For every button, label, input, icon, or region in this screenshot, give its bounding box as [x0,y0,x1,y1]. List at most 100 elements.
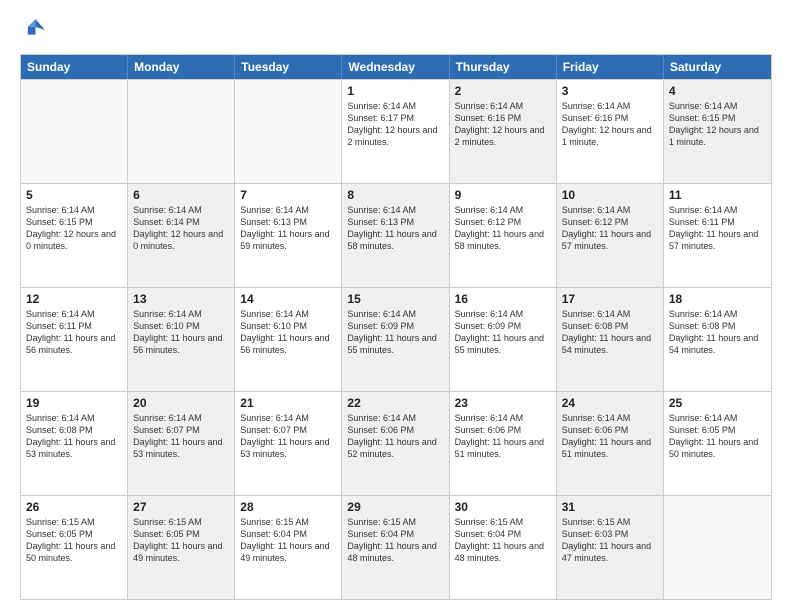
day-number: 22 [347,396,443,410]
calendar-cell: 7 Sunrise: 6:14 AM Sunset: 6:13 PM Daylig… [235,184,342,287]
calendar-cell [235,80,342,183]
calendar-cell: 19 Sunrise: 6:14 AM Sunset: 6:08 PM Dayli… [21,392,128,495]
calendar-cell: 28Sunrise: 6:15 AM Sunset: 6:04 PM Dayli… [235,496,342,599]
calendar-cell: 3 Sunrise: 6:14 AM Sunset: 6:16 PM Daylig… [557,80,664,183]
calendar-header-cell: Saturday [664,55,771,79]
day-number: 9 [455,188,551,202]
header [20,16,772,44]
calendar-header-cell: Friday [557,55,664,79]
calendar-cell: 27 Sunrise: 6:15 AM Sunset: 6:05 PM Dayli… [128,496,235,599]
day-number: 7 [240,188,336,202]
cell-info: Sunrise: 6:14 AM Sunset: 6:16 PM Dayligh… [562,100,658,149]
calendar-cell: 12 Sunrise: 6:14 AM Sunset: 6:11 PM Dayli… [21,288,128,391]
calendar-cell: 23Sunrise: 6:14 AM Sunset: 6:06 PM Dayli… [450,392,557,495]
calendar-cell: 20Sunrise: 6:14 AM Sunset: 6:07 PM Dayli… [128,392,235,495]
day-number: 8 [347,188,443,202]
cell-info: Sunrise: 6:15 AM Sunset: 6:03 PM Dayligh… [562,516,658,565]
calendar-cell: 6 Sunrise: 6:14 AM Sunset: 6:14 PM Daylig… [128,184,235,287]
calendar-cell: 14Sunrise: 6:14 AM Sunset: 6:10 PM Dayli… [235,288,342,391]
calendar-body: 1Sunrise: 6:14 AM Sunset: 6:17 PM Daylig… [21,79,771,599]
calendar-cell: 11 Sunrise: 6:14 AM Sunset: 6:11 PM Dayli… [664,184,771,287]
cell-info: Sunrise: 6:14 AM Sunset: 6:15 PM Dayligh… [26,204,122,253]
day-number: 10 [562,188,658,202]
day-number: 30 [455,500,551,514]
day-number: 24 [562,396,658,410]
page: SundayMondayTuesdayWednesdayThursdayFrid… [0,0,792,612]
calendar-week: 26Sunrise: 6:15 AM Sunset: 6:05 PM Dayli… [21,495,771,599]
day-number: 27 [133,500,229,514]
cell-info: Sunrise: 6:14 AM Sunset: 6:13 PM Dayligh… [347,204,443,253]
cell-info: Sunrise: 6:14 AM Sunset: 6:06 PM Dayligh… [347,412,443,461]
calendar-cell: 30 Sunrise: 6:15 AM Sunset: 6:04 PM Dayli… [450,496,557,599]
day-number: 11 [669,188,766,202]
calendar-cell: 29Sunrise: 6:15 AM Sunset: 6:04 PM Dayli… [342,496,449,599]
calendar-cell [128,80,235,183]
cell-info: Sunrise: 6:15 AM Sunset: 6:04 PM Dayligh… [455,516,551,565]
cell-info: Sunrise: 6:14 AM Sunset: 6:09 PM Dayligh… [347,308,443,357]
cell-info: Sunrise: 6:14 AM Sunset: 6:14 PM Dayligh… [133,204,229,253]
calendar-cell [21,80,128,183]
calendar-cell: 22 Sunrise: 6:14 AM Sunset: 6:06 PM Dayli… [342,392,449,495]
cell-info: Sunrise: 6:15 AM Sunset: 6:05 PM Dayligh… [26,516,122,565]
cell-info: Sunrise: 6:14 AM Sunset: 6:13 PM Dayligh… [240,204,336,253]
day-number: 4 [669,84,766,98]
calendar-week: 12 Sunrise: 6:14 AM Sunset: 6:11 PM Dayli… [21,287,771,391]
calendar-cell: 24Sunrise: 6:14 AM Sunset: 6:06 PM Dayli… [557,392,664,495]
calendar-cell: 5 Sunrise: 6:14 AM Sunset: 6:15 PM Daylig… [21,184,128,287]
calendar-week: 19 Sunrise: 6:14 AM Sunset: 6:08 PM Dayli… [21,391,771,495]
calendar-cell: 8 Sunrise: 6:14 AM Sunset: 6:13 PM Daylig… [342,184,449,287]
cell-info: Sunrise: 6:14 AM Sunset: 6:09 PM Dayligh… [455,308,551,357]
calendar-cell: 17 Sunrise: 6:14 AM Sunset: 6:08 PM Dayli… [557,288,664,391]
calendar-header-cell: Sunday [21,55,128,79]
cell-info: Sunrise: 6:14 AM Sunset: 6:06 PM Dayligh… [455,412,551,461]
calendar-cell: 9 Sunrise: 6:14 AM Sunset: 6:12 PM Daylig… [450,184,557,287]
cell-info: Sunrise: 6:14 AM Sunset: 6:16 PM Dayligh… [455,100,551,149]
calendar-week: 1Sunrise: 6:14 AM Sunset: 6:17 PM Daylig… [21,79,771,183]
day-number: 21 [240,396,336,410]
calendar-cell: 21 Sunrise: 6:14 AM Sunset: 6:07 PM Dayli… [235,392,342,495]
calendar-cell: 13 Sunrise: 6:14 AM Sunset: 6:10 PM Dayli… [128,288,235,391]
cell-info: Sunrise: 6:14 AM Sunset: 6:07 PM Dayligh… [133,412,229,461]
calendar-cell: 18 Sunrise: 6:14 AM Sunset: 6:08 PM Dayli… [664,288,771,391]
cell-info: Sunrise: 6:14 AM Sunset: 6:08 PM Dayligh… [669,308,766,357]
calendar-week: 5 Sunrise: 6:14 AM Sunset: 6:15 PM Daylig… [21,183,771,287]
day-number: 13 [133,292,229,306]
day-number: 19 [26,396,122,410]
cell-info: Sunrise: 6:14 AM Sunset: 6:15 PM Dayligh… [669,100,766,149]
calendar-header-cell: Monday [128,55,235,79]
day-number: 29 [347,500,443,514]
calendar-header-cell: Tuesday [235,55,342,79]
day-number: 5 [26,188,122,202]
day-number: 1 [347,84,443,98]
day-number: 6 [133,188,229,202]
cell-info: Sunrise: 6:14 AM Sunset: 6:07 PM Dayligh… [240,412,336,461]
cell-info: Sunrise: 6:14 AM Sunset: 6:11 PM Dayligh… [669,204,766,253]
day-number: 31 [562,500,658,514]
logo-icon [20,16,48,44]
day-number: 3 [562,84,658,98]
day-number: 17 [562,292,658,306]
logo [20,16,52,44]
cell-info: Sunrise: 6:14 AM Sunset: 6:10 PM Dayligh… [133,308,229,357]
day-number: 25 [669,396,766,410]
cell-info: Sunrise: 6:14 AM Sunset: 6:12 PM Dayligh… [562,204,658,253]
day-number: 14 [240,292,336,306]
cell-info: Sunrise: 6:14 AM Sunset: 6:12 PM Dayligh… [455,204,551,253]
cell-info: Sunrise: 6:14 AM Sunset: 6:08 PM Dayligh… [26,412,122,461]
calendar-cell: 15 Sunrise: 6:14 AM Sunset: 6:09 PM Dayli… [342,288,449,391]
cell-info: Sunrise: 6:14 AM Sunset: 6:11 PM Dayligh… [26,308,122,357]
calendar-cell: 25Sunrise: 6:14 AM Sunset: 6:05 PM Dayli… [664,392,771,495]
day-number: 18 [669,292,766,306]
cell-info: Sunrise: 6:15 AM Sunset: 6:04 PM Dayligh… [240,516,336,565]
day-number: 16 [455,292,551,306]
calendar-cell: 4 Sunrise: 6:14 AM Sunset: 6:15 PM Daylig… [664,80,771,183]
day-number: 12 [26,292,122,306]
calendar-cell: 2Sunrise: 6:14 AM Sunset: 6:16 PM Daylig… [450,80,557,183]
calendar-header-cell: Wednesday [342,55,449,79]
calendar-header-cell: Thursday [450,55,557,79]
day-number: 15 [347,292,443,306]
calendar-cell: 26Sunrise: 6:15 AM Sunset: 6:05 PM Dayli… [21,496,128,599]
cell-info: Sunrise: 6:15 AM Sunset: 6:05 PM Dayligh… [133,516,229,565]
cell-info: Sunrise: 6:14 AM Sunset: 6:08 PM Dayligh… [562,308,658,357]
calendar-header-row: SundayMondayTuesdayWednesdayThursdayFrid… [21,55,771,79]
